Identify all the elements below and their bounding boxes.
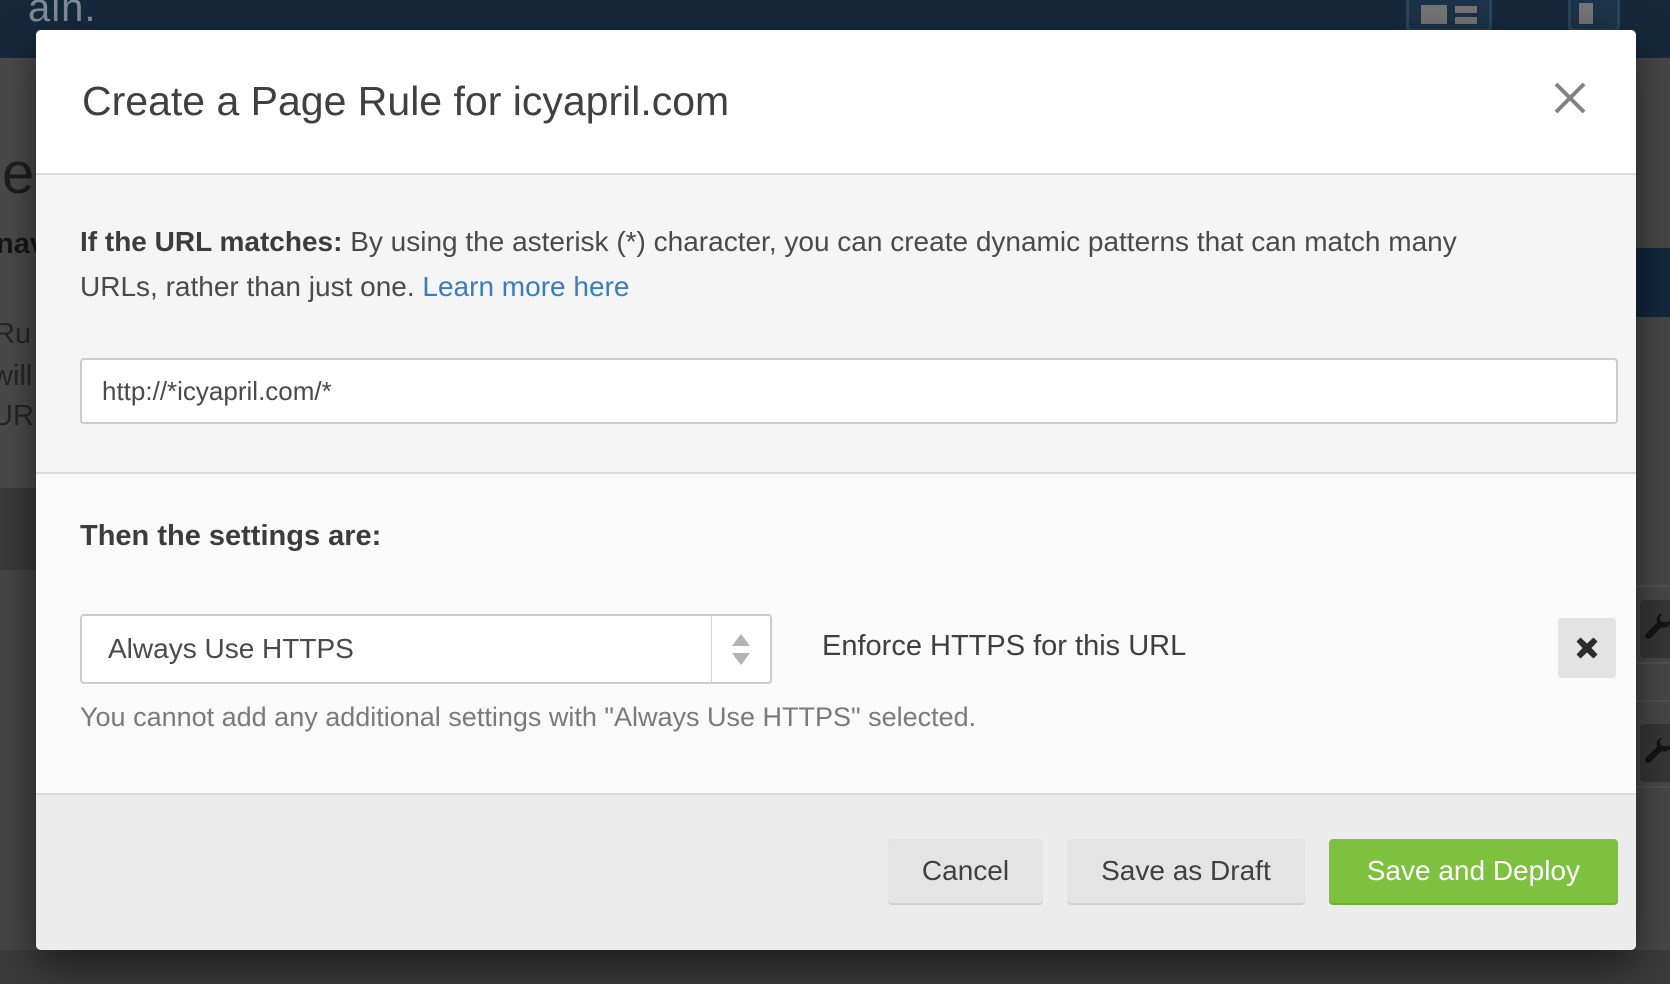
dialog-footer: Cancel Save as Draft Save and Deploy [36,793,1636,950]
select-spinner[interactable] [711,616,770,682]
create-page-rule-dialog: Create a Page Rule for icyapril.com If t… [36,30,1636,950]
screen: e nav Ru will UR ain. Create a Page Rule… [0,0,1670,984]
header-panel-icon [1568,0,1620,32]
background-row-divider [1636,585,1670,587]
background-page-left-lower [0,570,36,950]
setting-select[interactable]: Always Use HTTPS [80,614,772,684]
chevron-down-icon [732,653,750,665]
dialog-title: Create a Page Rule for icyapril.com [82,78,729,125]
background-row-divider [1636,700,1670,702]
background-row-divider [1636,786,1670,788]
background-text-fragment: Ru [0,318,31,351]
close-icon [1552,80,1588,116]
wrench-icon [1644,738,1670,768]
background-table-header-band [0,488,36,570]
icon-bar [1455,17,1477,24]
remove-x-icon [1573,634,1601,662]
setting-description: Enforce HTTPS for this URL [822,630,1186,663]
wrench-icon [1644,614,1670,644]
background-text-fragment: will [0,360,32,393]
url-pattern-input[interactable] [80,358,1618,424]
save-and-deploy-button[interactable]: Save and Deploy [1329,839,1618,903]
header-text-fragment: ain. [28,0,97,31]
background-below-modal [0,950,1670,984]
cancel-button[interactable]: Cancel [888,839,1043,903]
background-blue-button-fragment [1632,248,1670,317]
close-button[interactable] [1552,80,1588,116]
background-wrench-button [1640,724,1670,782]
background-text-fragment: UR [0,400,34,433]
setting-row: Always Use HTTPS Enforce HTTPS for this … [80,614,1618,684]
background-heading-fragment: e [2,140,34,207]
icon-block [1421,5,1447,24]
url-match-section: If the URL matches: By using the asteris… [36,175,1636,472]
background-wrench-button [1640,600,1670,658]
icon-block [1579,3,1593,24]
background-page-right [1636,58,1670,950]
setting-select-value: Always Use HTTPS [82,633,711,665]
icon-bar [1455,6,1477,13]
chevron-up-icon [732,634,750,646]
settings-helper-text: You cannot add any additional settings w… [80,702,976,733]
background-row-divider [1636,662,1670,664]
header-cards-icon [1406,0,1492,32]
footer-buttons: Cancel Save as Draft Save and Deploy [888,839,1618,903]
remove-setting-button[interactable] [1558,618,1616,678]
url-match-label: If the URL matches: [80,226,342,257]
settings-section: Then the settings are: Always Use HTTPS … [36,474,1636,793]
dialog-header: Create a Page Rule for icyapril.com [36,30,1636,173]
learn-more-link[interactable]: Learn more here [422,271,629,302]
url-match-instructions: If the URL matches: By using the asteris… [80,219,1500,309]
save-as-draft-button[interactable]: Save as Draft [1067,839,1305,903]
settings-label: Then the settings are: [80,520,381,553]
